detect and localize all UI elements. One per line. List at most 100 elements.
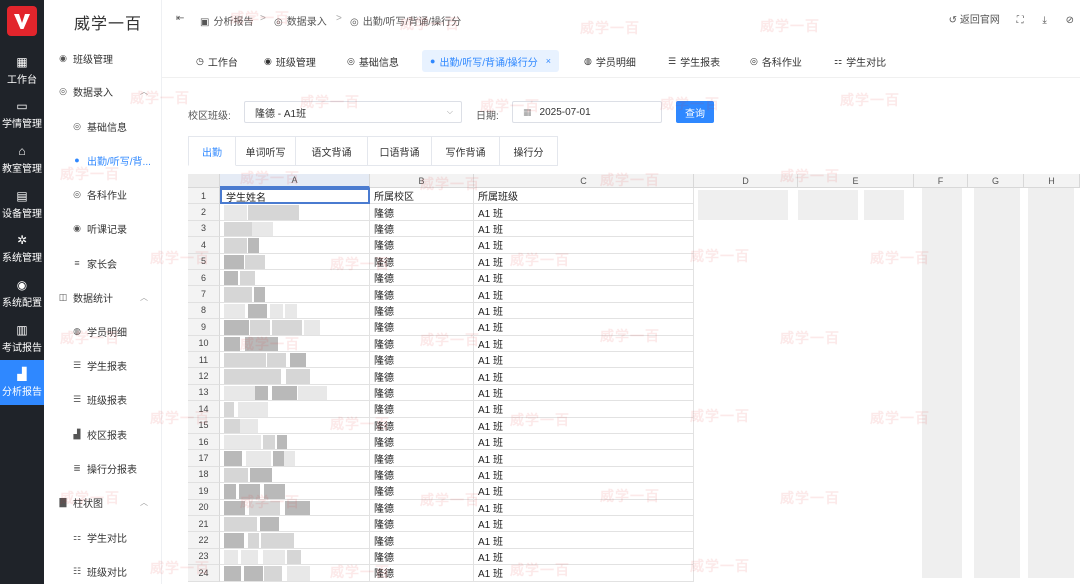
row-header[interactable]: 5 [188, 253, 220, 270]
row-header[interactable]: 15 [188, 417, 220, 434]
fullscreen-icon[interactable]: ⛶ [1017, 15, 1024, 26]
date-picker[interactable]: ▦ 2025-07-01 [512, 101, 662, 123]
sub-tab-1[interactable]: 出勤 [188, 136, 236, 166]
tab-1[interactable]: ◷ 工作台 [196, 50, 238, 72]
table-cell[interactable]: 隆德 [370, 499, 474, 516]
sub-tab-2[interactable]: 单词听写 [236, 136, 296, 166]
table-cell[interactable]: A1 班 [474, 417, 694, 434]
header-cell[interactable]: 所属校区 [370, 188, 474, 205]
row-header[interactable]: 13 [188, 384, 220, 402]
table-cell[interactable]: 隆德 [370, 335, 474, 352]
sidebar-item-8[interactable]: ◫ 数据统计 ︿ [44, 286, 162, 308]
clear-icon[interactable]: ⊘ [1066, 15, 1074, 26]
row-header[interactable]: 12 [188, 368, 220, 385]
rail-item-1[interactable]: ▦ 工作台 [0, 48, 44, 93]
spreadsheet[interactable]: ABCDEFGH 1 学生姓名 所属校区 所属班级 2 隆德 A1 班 3 隆德 A1 班 4 隆德 A… [188, 174, 1080, 584]
sidebar-item-13[interactable]: ≣ 操行分报表 [44, 457, 162, 479]
row-header[interactable]: 14 [188, 401, 220, 418]
table-cell[interactable]: A1 班 [474, 565, 694, 582]
tab-5[interactable]: ◍ 学员明细 [584, 50, 636, 72]
back-home-link[interactable]: 返回官网 [960, 15, 1000, 26]
table-cell[interactable]: 隆德 [370, 401, 474, 418]
column-header-B[interactable]: B [370, 174, 474, 188]
row-header[interactable]: 16 [188, 434, 220, 451]
sub-tab-6[interactable]: 操行分 [500, 136, 558, 166]
row-header[interactable]: 19 [188, 483, 220, 500]
table-cell[interactable]: A1 班 [474, 270, 694, 287]
table-cell[interactable]: 隆德 [370, 466, 474, 484]
table-cell[interactable]: 隆德 [370, 237, 474, 254]
row-header[interactable]: 18 [188, 466, 220, 484]
breadcrumb-item[interactable]: ◎ 出勤/听写/背诵/操行分 [350, 13, 461, 28]
table-cell[interactable]: 隆德 [370, 220, 474, 238]
rail-item-8[interactable]: ▟ 分析报告 [0, 360, 44, 405]
table-cell[interactable]: 隆德 [370, 319, 474, 336]
sidebar-item-4[interactable]: ● 出勤/听写/背... [44, 149, 162, 171]
table-cell[interactable]: 隆德 [370, 368, 474, 385]
row-header[interactable]: 9 [188, 319, 220, 336]
table-cell[interactable]: 隆德 [370, 417, 474, 434]
student-name-cell[interactable] [220, 335, 370, 352]
rail-item-4[interactable]: ▤ 设备管理 [0, 182, 44, 227]
table-cell[interactable]: A1 班 [474, 286, 694, 303]
sidebar-item-11[interactable]: ☰ 班级报表 [44, 388, 162, 410]
table-cell[interactable]: 隆德 [370, 450, 474, 467]
row-header[interactable]: 6 [188, 270, 220, 287]
table-cell[interactable]: 隆德 [370, 548, 474, 566]
table-cell[interactable]: A1 班 [474, 532, 694, 549]
campus-class-select[interactable]: 隆德 - A1班 ⌵ [244, 101, 462, 123]
sidebar-item-3[interactable]: ◎ 基础信息 [44, 115, 162, 137]
table-cell[interactable]: 隆德 [370, 565, 474, 582]
rail-item-5[interactable]: ✲ 系统管理 [0, 226, 44, 271]
rail-item-6[interactable]: ◉ 系统配置 [0, 271, 44, 316]
sheet-corner[interactable] [188, 174, 220, 188]
sidebar-item-15[interactable]: ⚏ 学生对比 [44, 526, 162, 548]
row-header[interactable]: 1 [188, 188, 220, 205]
row-header[interactable]: 10 [188, 335, 220, 352]
sidebar-item-10[interactable]: ☰ 学生报表 [44, 354, 162, 376]
table-cell[interactable]: A1 班 [474, 548, 694, 566]
row-header[interactable]: 2 [188, 204, 220, 221]
sidebar-toggle-icon[interactable]: ⇤ [176, 13, 184, 24]
table-cell[interactable]: 隆德 [370, 352, 474, 369]
table-cell[interactable]: 隆德 [370, 270, 474, 287]
row-header[interactable]: 11 [188, 352, 220, 369]
table-cell[interactable]: A1 班 [474, 302, 694, 320]
sub-tab-4[interactable]: 口语背诵 [368, 136, 432, 166]
table-cell[interactable]: 隆德 [370, 302, 474, 320]
rail-item-2[interactable]: ▭ 学情管理 [0, 92, 44, 137]
sidebar-item-6[interactable]: ◉ 听课记录 [44, 217, 162, 239]
sidebar-item-5[interactable]: ◎ 各科作业 [44, 183, 162, 205]
sub-tab-3[interactable]: 语文背诵 [296, 136, 368, 166]
sidebar-item-7[interactable]: ≡ 家长会 [44, 252, 162, 274]
download-icon[interactable]: ⤓ [1042, 15, 1046, 26]
tab-6[interactable]: ☰ 学生报表 [668, 50, 720, 72]
table-cell[interactable]: A1 班 [474, 204, 694, 221]
table-cell[interactable]: A1 班 [474, 466, 694, 484]
table-cell[interactable]: A1 班 [474, 401, 694, 418]
table-cell[interactable]: A1 班 [474, 335, 694, 352]
tab-8[interactable]: ⚏ 学生对比 [834, 50, 886, 72]
sidebar-item-16[interactable]: ☷ 班级对比 [44, 560, 162, 582]
column-header-H[interactable]: H [1024, 174, 1080, 188]
back-home-icon[interactable]: ↺ [949, 15, 957, 26]
tab-3[interactable]: ◎ 基础信息 [347, 50, 399, 72]
student-name-cell[interactable] [220, 450, 370, 467]
app-logo[interactable] [7, 6, 37, 36]
table-cell[interactable]: A1 班 [474, 434, 694, 451]
table-cell[interactable]: A1 班 [474, 253, 694, 270]
row-header[interactable]: 23 [188, 548, 220, 566]
table-cell[interactable]: A1 班 [474, 499, 694, 516]
sidebar-item-12[interactable]: ▟ 校区报表 [44, 423, 162, 445]
row-header[interactable]: 22 [188, 532, 220, 549]
table-cell[interactable]: A1 班 [474, 384, 694, 402]
row-header[interactable]: 20 [188, 499, 220, 516]
table-cell[interactable]: 隆德 [370, 516, 474, 533]
row-header[interactable]: 7 [188, 286, 220, 303]
rail-item-7[interactable]: ▥ 考试报告 [0, 316, 44, 361]
column-header-C[interactable]: C [474, 174, 694, 188]
table-cell[interactable]: A1 班 [474, 368, 694, 385]
row-header[interactable]: 8 [188, 302, 220, 320]
sidebar-item-2[interactable]: ◎ 数据录入 ︿ [44, 80, 162, 102]
tab-7[interactable]: ◎ 各科作业 [750, 50, 802, 72]
